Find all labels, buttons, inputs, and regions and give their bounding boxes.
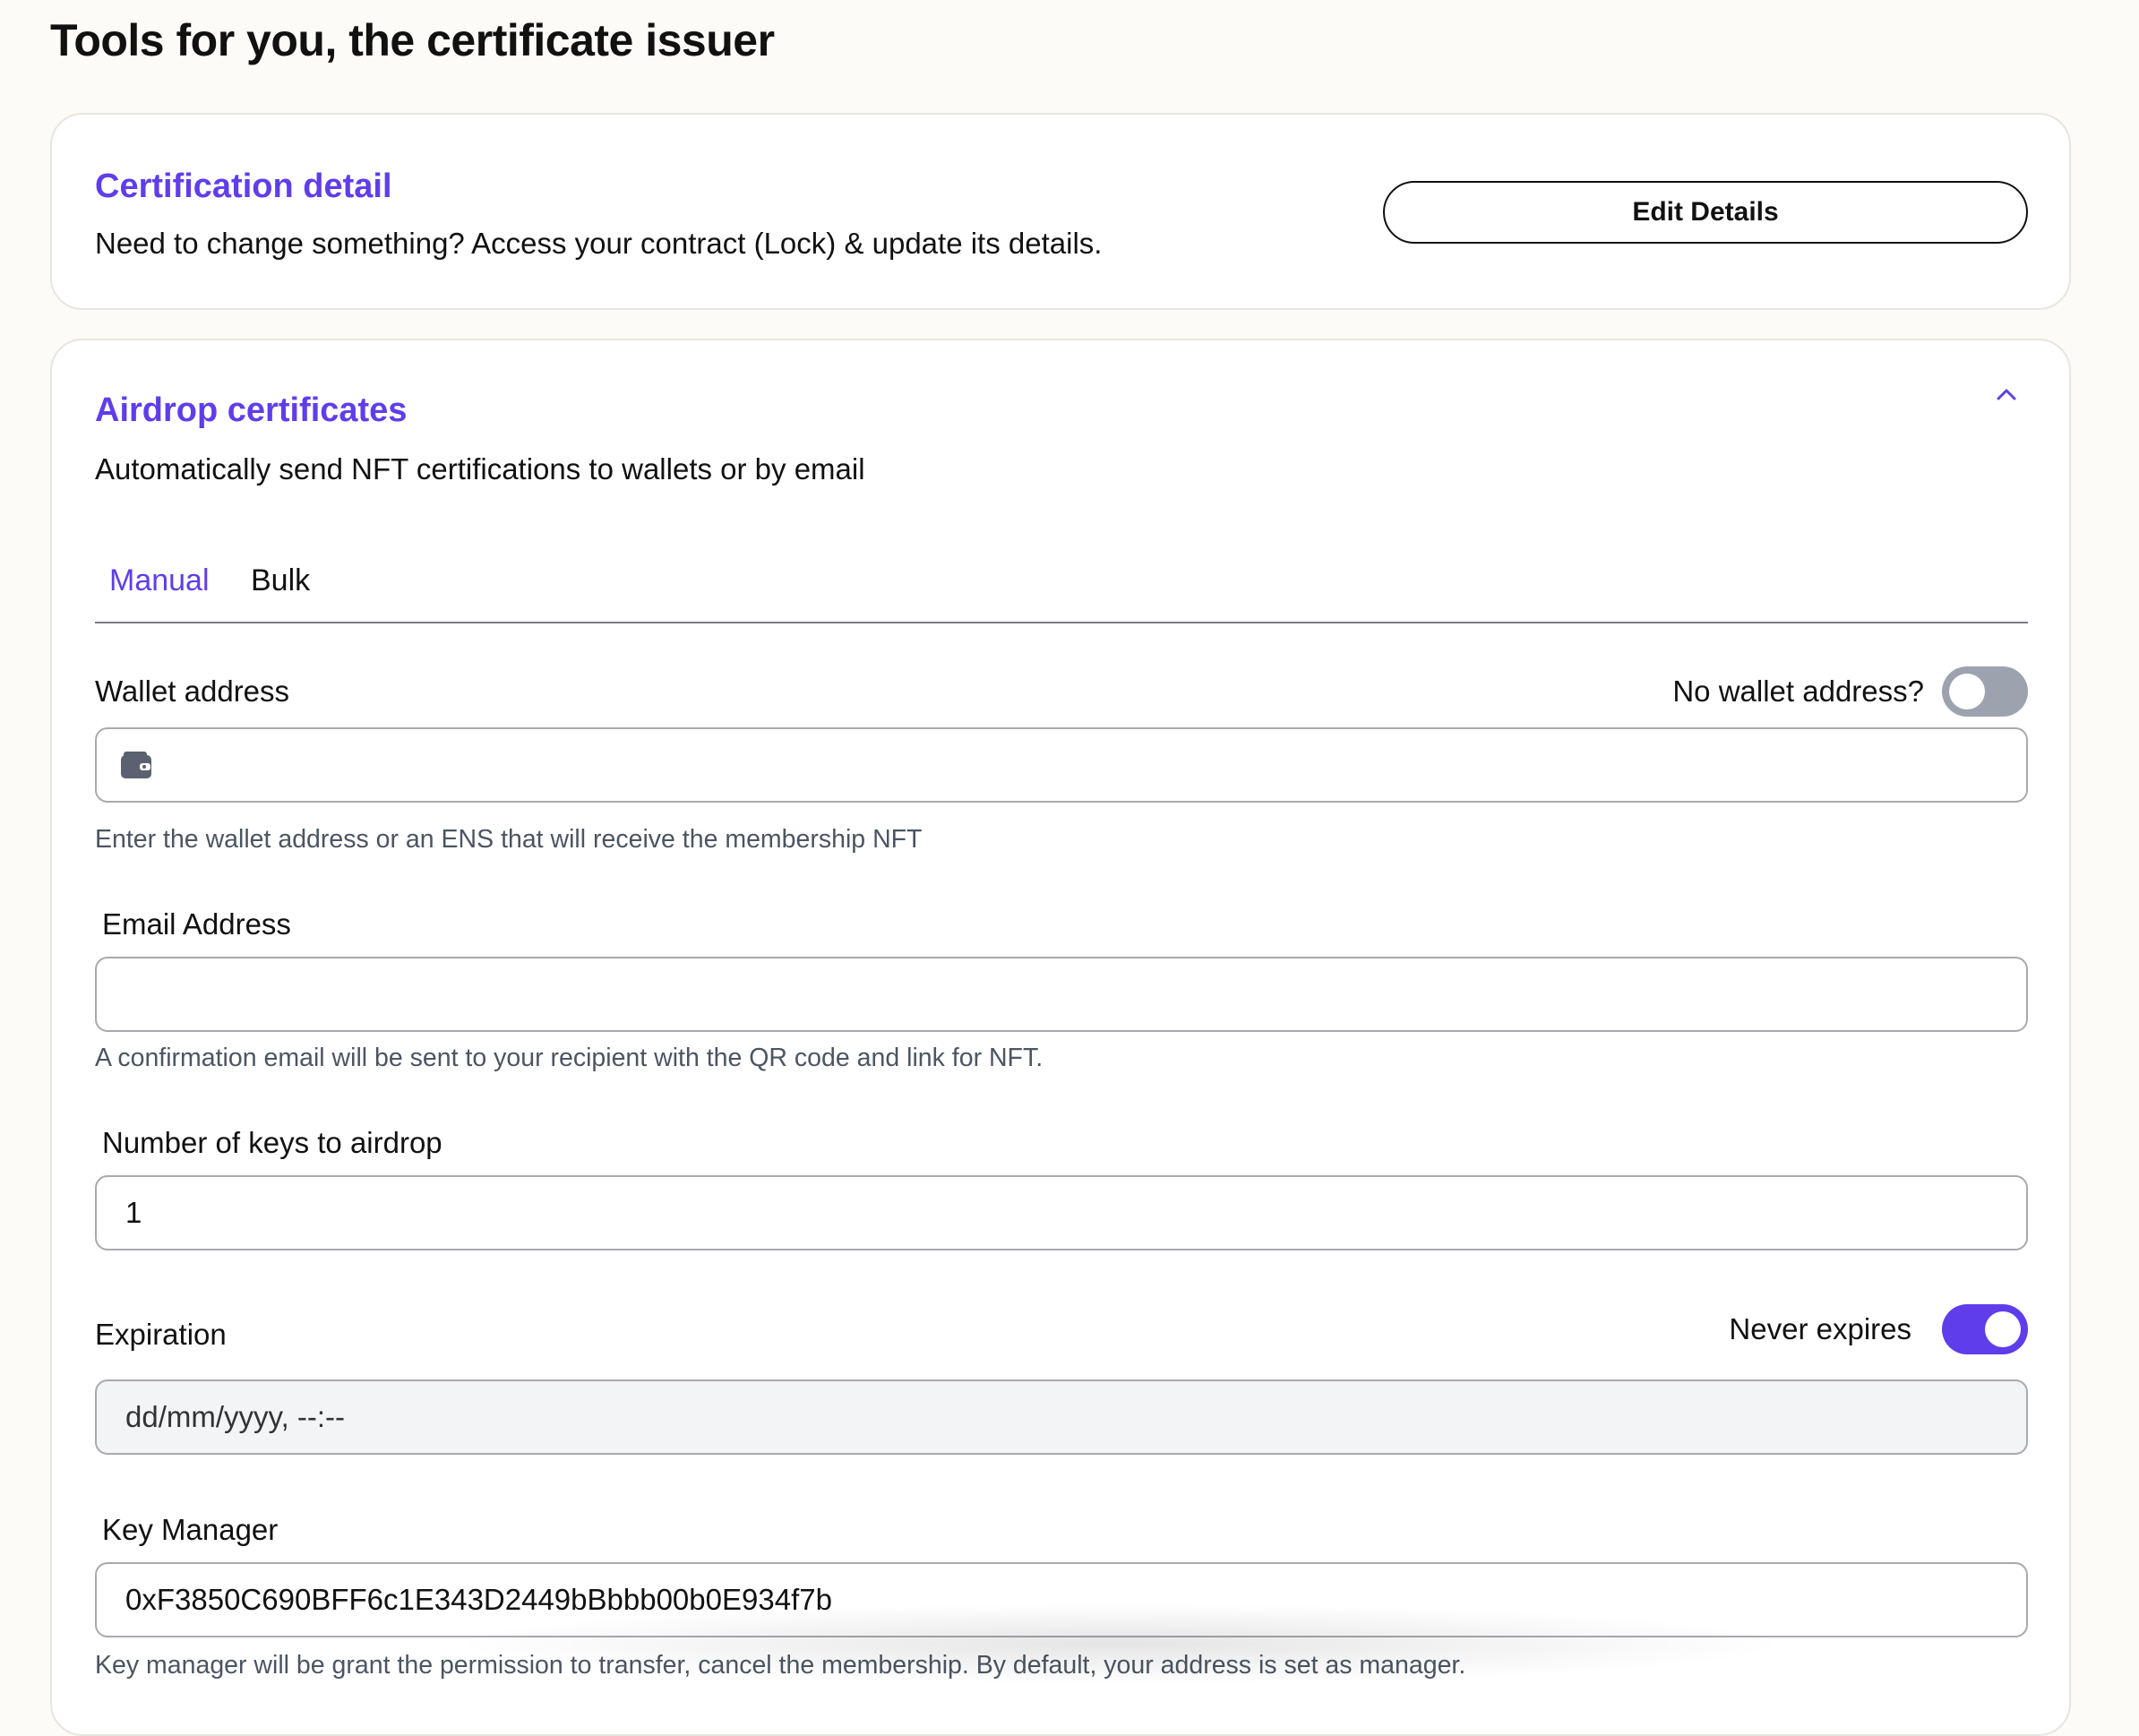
- wallet-address-input[interactable]: [95, 727, 2028, 803]
- airdrop-tabs: Manual Bulk: [95, 555, 2028, 623]
- no-wallet-toggle-label: No wallet address?: [1672, 675, 1924, 708]
- collapse-section-button[interactable]: [1990, 378, 2023, 410]
- key-manager-input[interactable]: [95, 1562, 2028, 1637]
- airdrop-certificates-card: Airdrop certificates Automatically send …: [50, 339, 2071, 1736]
- airdrop-description: Automatically send NFT certifications to…: [95, 452, 865, 486]
- chevron-up-icon: [1997, 389, 2016, 400]
- wallet-address-help: Enter the wallet address or an ENS that …: [95, 825, 923, 854]
- wallet-icon: [121, 752, 151, 778]
- never-expires-toggle-label: Never expires: [1729, 1312, 1911, 1345]
- certification-detail-card: Certification detail Need to change some…: [50, 113, 2071, 310]
- expiration-date-input[interactable]: [95, 1379, 2028, 1455]
- tab-bulk[interactable]: Bulk: [251, 555, 310, 606]
- page-title: Tools for you, the certificate issuer: [50, 15, 775, 65]
- certification-detail-description: Need to change something? Access your co…: [95, 227, 1103, 260]
- expiration-label: Expiration: [95, 1318, 227, 1351]
- certification-detail-heading: Certification detail: [95, 168, 392, 205]
- page: Tools for you, the certificate issuer Ce…: [0, 0, 2139, 1736]
- airdrop-heading: Airdrop certificates: [95, 391, 408, 429]
- email-address-input[interactable]: [95, 957, 2028, 1032]
- email-address-label: Email Address: [102, 907, 291, 941]
- toggle-knob: [1985, 1311, 2021, 1347]
- toggle-knob: [1949, 674, 1985, 709]
- key-manager-help: Key manager will be grant the permission…: [95, 1651, 1466, 1680]
- email-address-help: A confirmation email will be sent to you…: [95, 1044, 1044, 1072]
- wallet-address-label: Wallet address: [95, 675, 290, 708]
- edit-details-button[interactable]: Edit Details: [1383, 181, 2028, 244]
- no-wallet-toggle[interactable]: [1942, 666, 2028, 717]
- key-manager-label: Key Manager: [102, 1513, 279, 1546]
- tab-manual[interactable]: Manual: [109, 555, 210, 606]
- never-expires-toggle[interactable]: [1942, 1304, 2028, 1354]
- number-of-keys-input[interactable]: [95, 1175, 2028, 1250]
- number-of-keys-label: Number of keys to airdrop: [102, 1126, 442, 1159]
